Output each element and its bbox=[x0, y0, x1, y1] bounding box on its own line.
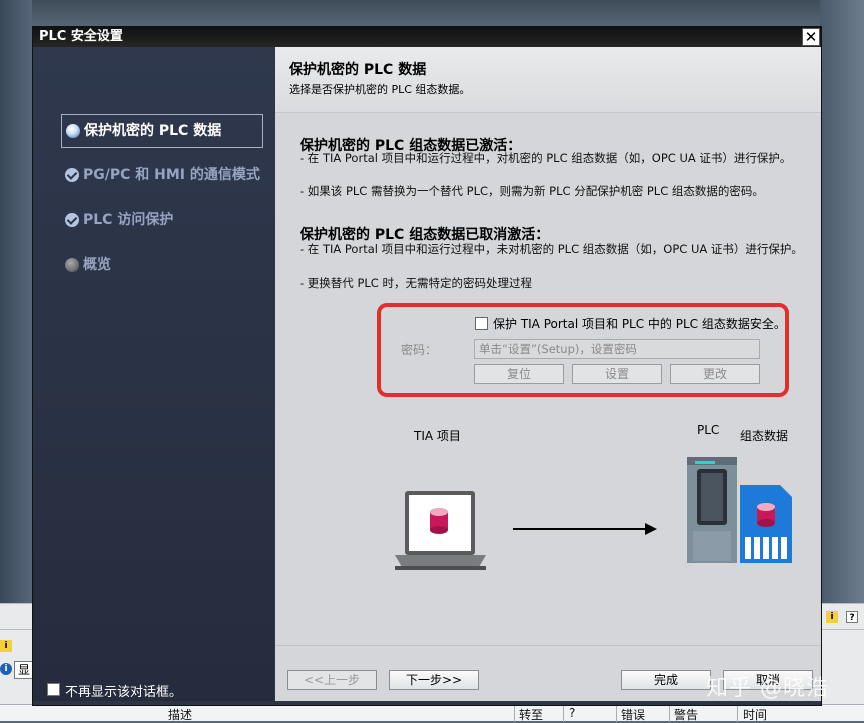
plc-label: PLC bbox=[697, 423, 720, 437]
message-columns-header: 描述 转至 ? 错误 警告 时间 bbox=[0, 704, 864, 723]
deactivated-title: 保护机密的 PLC 组态数据已取消激活： bbox=[300, 227, 550, 243]
content-header: 保护机密的 PLC 数据 选择是否保护机密的 PLC 组态数据。 bbox=[275, 47, 821, 113]
plc-device-icon bbox=[687, 457, 737, 563]
nav-item-communication-mode[interactable]: PG/PC 和 HMI 的通信模式 bbox=[61, 159, 263, 193]
memory-card-icon bbox=[740, 485, 792, 563]
info-icon: i bbox=[0, 663, 12, 675]
protect-config-label: 保护 TIA Portal 项目和 PLC 中的 PLC 组态数据安全。 bbox=[493, 317, 786, 331]
nav-item-protect-confidential-data[interactable]: 保护机密的 PLC 数据 bbox=[61, 114, 263, 148]
dont-show-checkbox[interactable] bbox=[47, 683, 60, 696]
deactivated-text-1: - 在 TIA Portal 项目中和运行过程中，未对机密的 PLC 组态数据（… bbox=[300, 242, 803, 256]
dialog-titlebar[interactable]: PLC 安全设置 ✕ bbox=[33, 27, 821, 47]
password-label: 密码： bbox=[401, 343, 438, 357]
set-button[interactable]: 设置 bbox=[572, 364, 662, 384]
protect-config-checkbox[interactable] bbox=[475, 317, 488, 330]
next-button[interactable]: 下一步>> bbox=[389, 670, 479, 690]
nav-item-label: 保护机密的 PLC 数据 bbox=[84, 123, 222, 139]
column-warnings[interactable]: 警告 bbox=[674, 706, 698, 723]
activated-text-1: - 在 TIA Portal 项目中和运行过程中，对机密的 PLC 组态数据（如… bbox=[300, 151, 792, 165]
divider bbox=[669, 705, 670, 722]
pending-step-icon bbox=[65, 258, 79, 272]
close-icon: ✕ bbox=[804, 28, 818, 46]
arrow-line bbox=[513, 528, 647, 530]
wizard-content: 保护机密的 PLC 数据 选择是否保护机密的 PLC 组态数据。 保护机密的 P… bbox=[275, 47, 821, 701]
tia-project-label: TIA 项目 bbox=[414, 429, 461, 443]
column-errors[interactable]: 错误 bbox=[621, 706, 645, 723]
activated-text-2: - 如果该 PLC 需替换为一个替代 PLC，则需为新 PLC 分配保护机密 P… bbox=[300, 184, 764, 198]
watermark: 知乎 @晓浩 bbox=[706, 676, 829, 701]
side-field[interactable]: 显 bbox=[14, 661, 34, 679]
background-right bbox=[820, 0, 864, 610]
reset-button[interactable]: 复位 bbox=[474, 364, 564, 384]
change-button[interactable]: 更改 bbox=[670, 364, 760, 384]
close-button[interactable]: ✕ bbox=[802, 28, 820, 46]
plc-security-dialog: PLC 安全设置 ✕ 保护机密的 PLC 数据 PG/PC 和 HMI 的通信模… bbox=[32, 26, 822, 706]
nav-item-access-protection[interactable]: PLC 访问保护 bbox=[61, 204, 263, 238]
current-step-icon bbox=[66, 124, 80, 138]
dont-show-label: 不再显示该对话框。 bbox=[65, 685, 183, 700]
laptop-icon bbox=[395, 491, 486, 570]
arrow-head-icon bbox=[645, 523, 657, 535]
info-icon: i bbox=[0, 640, 12, 652]
wizard-sidebar: 保护机密的 PLC 数据 PG/PC 和 HMI 的通信模式 PLC 访问保护 … bbox=[33, 47, 274, 701]
column-goto[interactable]: 转至 bbox=[519, 706, 543, 723]
page-subtitle: 选择是否保护机密的 PLC 组态数据。 bbox=[289, 83, 471, 96]
column-help[interactable]: ? bbox=[569, 706, 575, 720]
password-field[interactable]: 单击“设置”(Setup)，设置密码 bbox=[474, 339, 760, 359]
finish-button[interactable]: 完成 bbox=[621, 670, 711, 690]
divider bbox=[514, 705, 515, 722]
dialog-title: PLC 安全设置 bbox=[39, 29, 123, 44]
nav-item-label: PG/PC 和 HMI 的通信模式 bbox=[83, 167, 260, 183]
background-left bbox=[0, 0, 32, 610]
nav-item-label: PLC 访问保护 bbox=[83, 212, 174, 228]
check-circle-icon bbox=[65, 213, 79, 227]
help-icon[interactable]: ? bbox=[846, 611, 858, 623]
column-time[interactable]: 时间 bbox=[743, 706, 767, 723]
previous-button[interactable]: <<上一步 bbox=[287, 670, 377, 690]
divider bbox=[737, 705, 738, 722]
divider bbox=[563, 705, 564, 722]
config-data-label: 组态数据 bbox=[740, 429, 789, 443]
info-icon: i bbox=[826, 611, 838, 623]
nav-item-overview[interactable]: 概览 bbox=[61, 249, 263, 283]
check-circle-icon bbox=[65, 168, 79, 182]
deactivated-text-2: - 更换替代 PLC 时，无需特定的密码处理过程 bbox=[300, 276, 532, 290]
column-description[interactable]: 描述 bbox=[168, 706, 192, 723]
page-title: 保护机密的 PLC 数据 bbox=[289, 62, 427, 78]
divider bbox=[616, 705, 617, 722]
nav-item-label: 概览 bbox=[83, 257, 111, 273]
